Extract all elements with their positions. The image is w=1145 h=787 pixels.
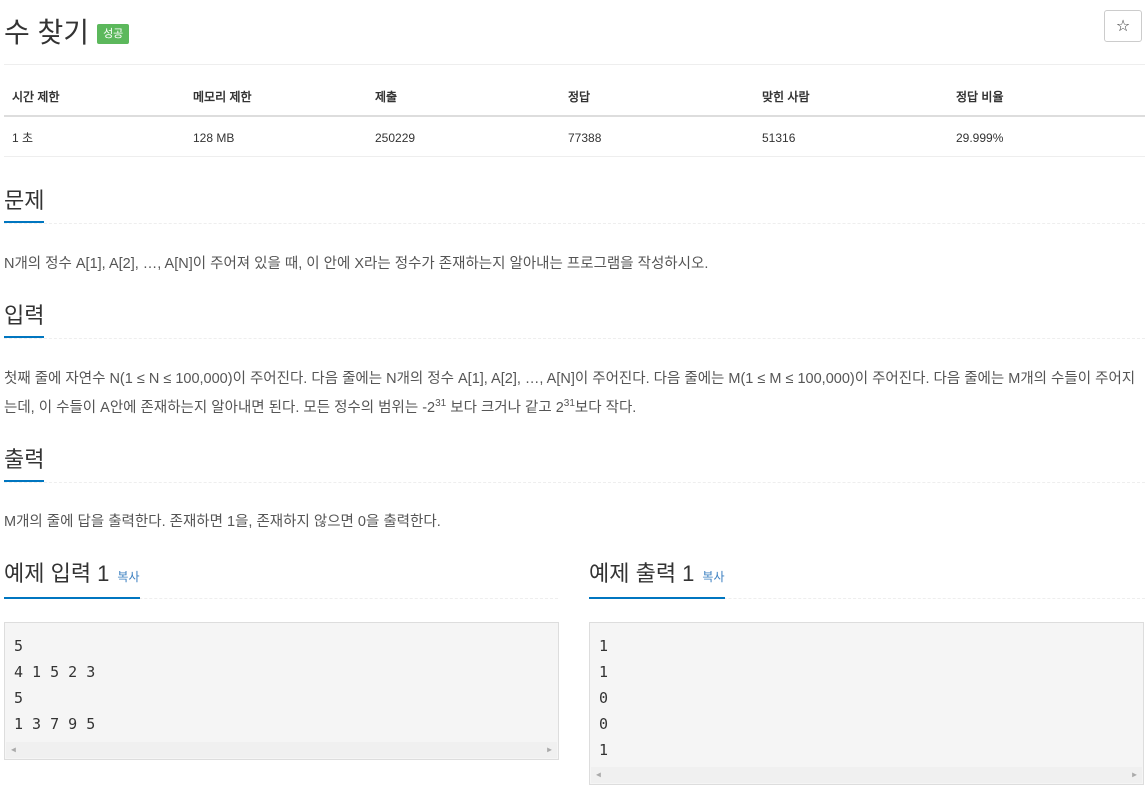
star-icon: ☆	[1115, 18, 1131, 35]
copy-sample-input-button[interactable]: 복사	[117, 563, 139, 591]
description-text: N개의 정수 A[1], A[2], …, A[N]이 주어져 있을 때, 이 …	[4, 256, 709, 272]
stats-table: 시간 제한 메모리 제한 제출 정답 맞힌 사람 정답 비율 1 초 128 M…	[4, 82, 1145, 157]
input-heading: 입력	[4, 302, 45, 338]
sample-input-content: 5 4 1 5 2 3 5 1 3 7 9 5	[14, 637, 96, 733]
scroll-left-icon[interactable]: ◀	[11, 745, 16, 754]
scroll-right-icon[interactable]: ▶	[1132, 770, 1137, 779]
stat-header-submissions: 제출	[367, 82, 560, 117]
exponent: 31	[563, 398, 575, 409]
status-badge: 성공	[97, 24, 130, 44]
horizontal-scrollbar[interactable]: ◀ ▶	[6, 742, 557, 758]
stat-header-time-limit: 시간 제한	[4, 82, 185, 117]
star-button[interactable]: ☆	[1104, 10, 1142, 42]
input-text-part: 보다 크거나 같고 2	[446, 400, 564, 416]
exponent: 31	[435, 398, 447, 409]
input-text-part: 보다 작다.	[574, 400, 637, 416]
sample-input-header: 예제 입력 1 복사	[4, 560, 558, 599]
sample-output-content: 1 1 0 0 1	[599, 637, 609, 759]
sample-input-heading: 예제 입력 1 복사	[4, 560, 140, 599]
stat-header-memory-limit: 메모리 제한	[185, 82, 367, 117]
stat-ratio: 29.999%	[948, 116, 1145, 157]
sample-output-title: 예제 출력 1	[589, 561, 695, 586]
stat-memory-limit: 128 MB	[185, 116, 367, 157]
input-text: 첫째 줄에 자연수 N(1 ≤ N ≤ 100,000)이 주어진다. 다음 줄…	[4, 365, 1145, 423]
description-header: 문제	[4, 187, 1145, 224]
input-header: 입력	[4, 302, 1145, 339]
horizontal-scrollbar[interactable]: ◀ ▶	[591, 767, 1142, 783]
stat-header-solvers: 맞힌 사람	[754, 82, 948, 117]
problem-title: 수 찾기	[4, 17, 90, 48]
stats-value-row: 1 초 128 MB 250229 77388 51316 29.999%	[4, 116, 1145, 157]
sample-input-title: 예제 입력 1	[4, 561, 110, 586]
output-heading: 출력	[4, 446, 45, 482]
stat-header-ratio: 정답 비율	[948, 82, 1145, 117]
stat-time-limit: 1 초	[4, 116, 185, 157]
output-header: 출력	[4, 446, 1145, 483]
stat-header-accepted: 정답	[560, 82, 754, 117]
sample-input-box[interactable]: 5 4 1 5 2 3 5 1 3 7 9 5 ◀ ▶	[4, 622, 559, 760]
divider	[4, 64, 1145, 65]
output-text: M개의 줄에 답을 출력한다. 존재하면 1을, 존재하지 않으면 0을 출력한…	[4, 514, 441, 530]
sample-output-box[interactable]: 1 1 0 0 1 ◀ ▶	[589, 622, 1144, 785]
sample-output-header: 예제 출력 1 복사	[589, 560, 1145, 599]
scroll-right-icon[interactable]: ▶	[547, 745, 552, 754]
copy-sample-output-button[interactable]: 복사	[702, 563, 724, 591]
stat-solvers[interactable]: 51316	[754, 116, 948, 157]
scroll-left-icon[interactable]: ◀	[596, 770, 601, 779]
stat-submissions[interactable]: 250229	[367, 116, 560, 157]
stats-header-row: 시간 제한 메모리 제한 제출 정답 맞힌 사람 정답 비율	[4, 82, 1145, 117]
sample-output-heading: 예제 출력 1 복사	[589, 560, 725, 599]
description-heading: 문제	[4, 187, 45, 223]
input-text-part: 첫째 줄에 자연수 N(1 ≤ N ≤ 100,000)이 주어진다. 다음 줄…	[4, 371, 1136, 416]
stat-accepted[interactable]: 77388	[560, 116, 754, 157]
problem-header: 수 찾기 성공	[4, 6, 130, 56]
